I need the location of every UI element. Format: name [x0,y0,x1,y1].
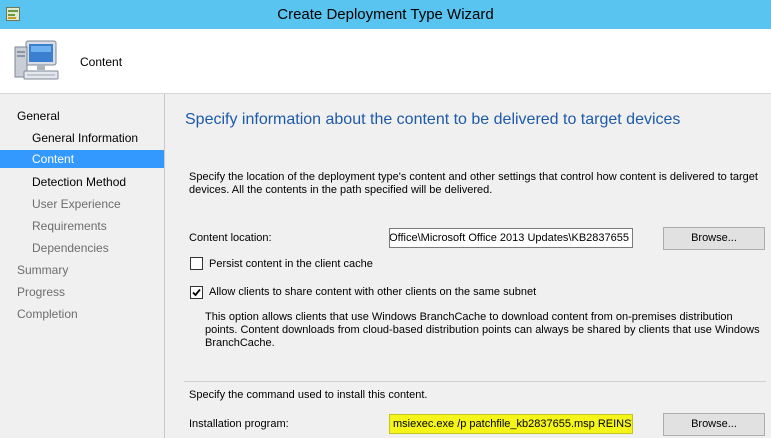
sidebar-item-label: Dependencies [32,241,109,255]
sidebar-item-general-information[interactable]: General Information [0,129,164,147]
content-location-value: \\server\sources\Microsoft Office\Micros… [389,232,629,244]
allow-share-label: Allow clients to share content with othe… [209,286,537,298]
wizard-header: Content [0,29,771,94]
page-header-title: Content [80,55,123,69]
content-browse-button[interactable]: Browse... [663,227,765,250]
sidebar-item-label: Content [32,152,75,166]
installation-program-label: Installation program: [189,418,289,430]
sidebar-item-label: General [17,109,60,123]
install-command-prompt: Specify the command used to install this… [189,389,428,401]
content-location-label: Content location: [189,232,272,244]
sidebar-item-label: General Information [32,131,139,145]
sidebar-item-completion: Completion [0,305,164,323]
sidebar-item-label: Completion [17,307,78,321]
sidebar-item-requirements: Requirements [0,217,164,235]
sidebar-item-summary: Summary [0,261,164,279]
install-browse-button[interactable]: Browse... [663,413,765,436]
sidebar-item-label: Requirements [32,219,107,233]
sidebar-item-label: Progress [17,285,66,299]
sidebar-item-label: User Experience [32,197,121,211]
branchcache-note: This option allows clients that use Wind… [205,311,760,349]
sidebar-item-content[interactable]: Content [0,150,164,168]
installation-program-value: msiexec.exe /p patchfile_kb2837655.msp R… [393,418,632,430]
installation-program-field[interactable]: msiexec.exe /p patchfile_kb2837655.msp R… [389,414,633,434]
computer-icon [14,40,59,80]
allow-share-checkbox[interactable] [190,286,203,299]
content-location-field[interactable]: \\server\sources\Microsoft Office\Micros… [389,228,633,248]
window-title: Create Deployment Type Wizard [277,6,494,23]
title-bar: Create Deployment Type Wizard [0,0,771,29]
sidebar-item-dependencies: Dependencies [0,239,164,257]
sidebar-item-user-experience: User Experience [0,195,164,213]
persist-content-label: Persist content in the client cache [209,258,373,270]
sidebar-item-progress: Progress [0,283,164,301]
sidebar-item-general[interactable]: General [0,107,164,125]
sidebar-item-detection-method[interactable]: Detection Method [0,173,164,191]
checkmark-icon [192,288,201,297]
sidebar-item-label: Summary [17,263,69,277]
description-text: Specify the location of the deployment t… [189,171,758,196]
section-separator [184,381,766,382]
sidebar-item-label: Detection Method [32,175,127,189]
persist-content-checkbox[interactable] [190,257,203,270]
page-title: Specify information about the content to… [185,111,681,128]
